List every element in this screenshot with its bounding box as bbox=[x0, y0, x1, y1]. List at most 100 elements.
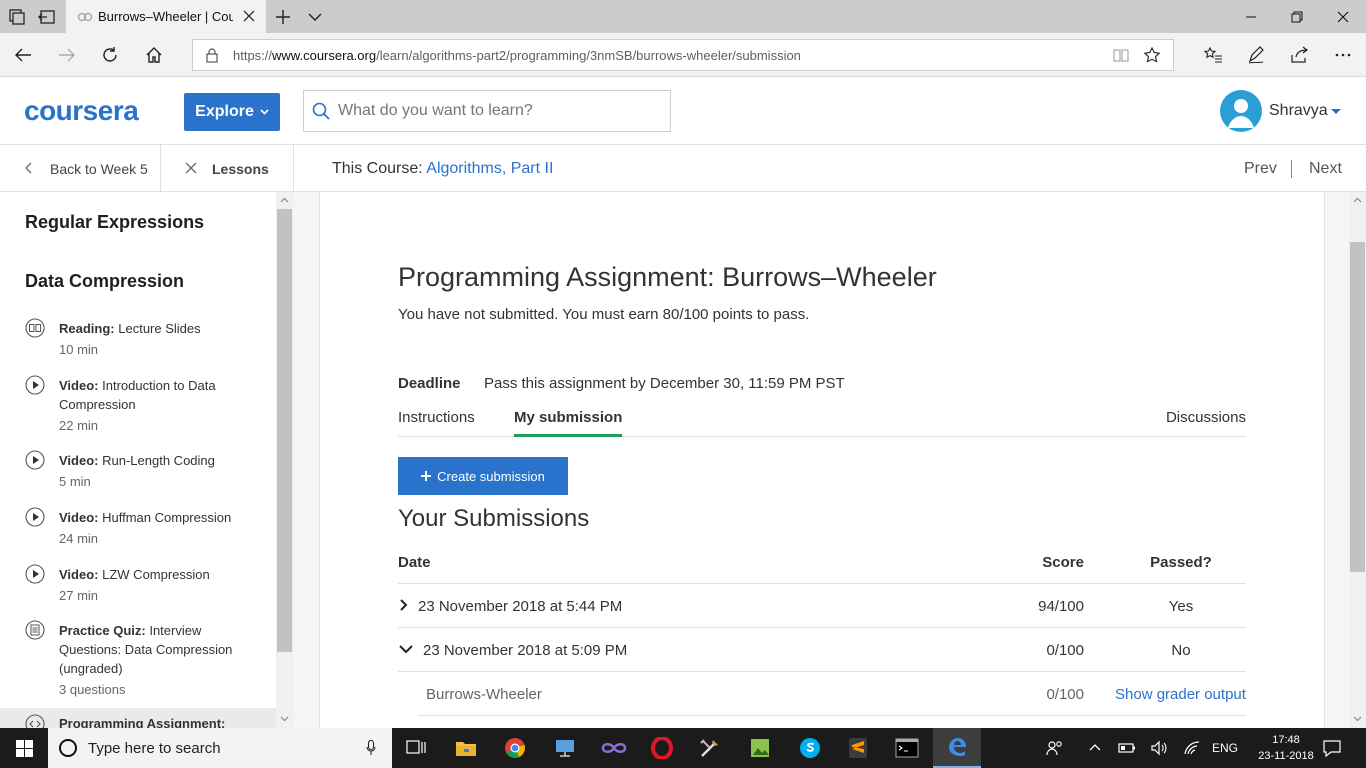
people-icon[interactable] bbox=[1046, 739, 1064, 757]
chevron-up-icon[interactable] bbox=[1088, 741, 1102, 753]
share-icon[interactable] bbox=[1288, 44, 1310, 66]
page-title: Programming Assignment: Burrows–Wheeler bbox=[398, 262, 937, 292]
remote-desktop-icon[interactable] bbox=[541, 728, 589, 768]
opera-icon[interactable] bbox=[638, 728, 686, 768]
command-prompt-icon[interactable] bbox=[883, 728, 931, 768]
item-type: Reading: bbox=[59, 321, 115, 336]
microphone-icon[interactable] bbox=[366, 740, 376, 756]
infinity-app-icon[interactable] bbox=[590, 728, 638, 768]
tab-list-chevron-icon[interactable] bbox=[306, 8, 324, 26]
section-heading-regular-expressions[interactable]: Regular Expressions bbox=[25, 212, 204, 233]
taskbar-search-box[interactable]: Type here to search bbox=[48, 728, 392, 768]
quiz-icon bbox=[25, 620, 45, 640]
scroll-down-icon[interactable] bbox=[280, 714, 289, 723]
explore-button[interactable]: Explore bbox=[184, 93, 280, 131]
restore-icon[interactable] bbox=[1274, 0, 1320, 33]
scroll-up-icon[interactable] bbox=[1353, 196, 1362, 205]
prev-link[interactable]: Prev bbox=[1244, 160, 1277, 178]
sidebar-item-programming-assignment[interactable]: Programming Assignment: bbox=[0, 708, 276, 728]
main-scrollbar[interactable] bbox=[1349, 192, 1366, 728]
tab-manager-icon[interactable] bbox=[8, 8, 26, 26]
pen-notes-icon[interactable] bbox=[1245, 44, 1267, 66]
set-tabs-aside-icon[interactable] bbox=[38, 8, 56, 26]
close-window-icon[interactable] bbox=[1320, 0, 1366, 33]
taskbar-search-text: Type here to search bbox=[88, 740, 221, 757]
tab-discussions[interactable]: Discussions bbox=[1166, 409, 1246, 434]
chevron-right-icon[interactable] bbox=[398, 598, 410, 612]
back-arrow-icon[interactable] bbox=[12, 44, 34, 66]
item-title: Huffman Compression bbox=[102, 510, 232, 525]
tools-app-icon[interactable] bbox=[686, 728, 734, 768]
show-grader-output-link[interactable]: Show grader output bbox=[1115, 686, 1246, 703]
item-type: Video: bbox=[59, 453, 99, 468]
create-submission-label: Create submission bbox=[437, 468, 545, 484]
action-center-icon[interactable] bbox=[1322, 738, 1342, 758]
search-box[interactable] bbox=[303, 90, 671, 132]
tab-my-submission[interactable]: My submission bbox=[514, 409, 623, 437]
create-submission-button[interactable]: Create submission bbox=[398, 457, 568, 495]
address-bar[interactable]: https://www.coursera.org/learn/algorithm… bbox=[192, 39, 1174, 71]
lessons-toggle-button[interactable]: Lessons bbox=[161, 145, 294, 192]
close-tab-icon[interactable] bbox=[242, 9, 256, 23]
table-row[interactable]: 23 November 2018 at 5:09 PM 0/100 No bbox=[398, 628, 1246, 672]
avatar[interactable] bbox=[1220, 90, 1262, 132]
coursera-logo[interactable]: coursera bbox=[24, 95, 139, 127]
sidebar-scrollbar[interactable] bbox=[276, 192, 293, 728]
this-course-prefix: This Course: bbox=[332, 160, 423, 177]
search-icon bbox=[312, 102, 330, 120]
language-indicator[interactable]: ENG bbox=[1212, 741, 1238, 755]
favorites-hub-icon[interactable] bbox=[1202, 44, 1224, 66]
browser-tab-active[interactable]: Burrows–Wheeler | Coursera bbox=[66, 0, 266, 33]
table-row[interactable]: 23 November 2018 at 5:44 PM 94/100 Yes bbox=[398, 584, 1246, 628]
battery-icon[interactable] bbox=[1118, 741, 1136, 755]
main-content: Programming Assignment: Burrows–Wheeler … bbox=[293, 192, 1349, 728]
search-input[interactable] bbox=[338, 99, 658, 123]
play-icon bbox=[25, 507, 45, 527]
minimize-icon[interactable] bbox=[1228, 0, 1274, 33]
close-icon bbox=[185, 162, 197, 174]
chrome-icon[interactable] bbox=[491, 728, 539, 768]
reading-view-icon[interactable] bbox=[1113, 48, 1129, 63]
part-score: 0/100 bbox=[1046, 686, 1084, 703]
home-icon[interactable] bbox=[143, 44, 165, 66]
task-view-icon[interactable] bbox=[392, 728, 440, 768]
browser-tab-strip: Burrows–Wheeler | Coursera bbox=[0, 0, 1366, 33]
back-to-week-button[interactable]: Back to Week 5 bbox=[0, 145, 161, 192]
skype-icon[interactable] bbox=[786, 728, 834, 768]
lessons-sidebar: Regular Expressions Data Compression Rea… bbox=[0, 192, 293, 728]
tab-instructions[interactable]: Instructions bbox=[398, 409, 475, 434]
url-text[interactable]: https://www.coursera.org/learn/algorithm… bbox=[233, 48, 801, 63]
item-title: Run-Length Coding bbox=[102, 453, 215, 468]
image-app-icon[interactable] bbox=[736, 728, 784, 768]
favorite-star-icon[interactable] bbox=[1144, 47, 1160, 63]
wifi-icon[interactable] bbox=[1183, 740, 1201, 756]
sublime-text-icon[interactable] bbox=[834, 728, 882, 768]
system-clock[interactable]: 17:48 23-11-2018 bbox=[1256, 732, 1316, 764]
next-link[interactable]: Next bbox=[1309, 160, 1342, 178]
scroll-down-icon[interactable] bbox=[1353, 714, 1362, 723]
chevron-down-icon[interactable] bbox=[398, 642, 414, 656]
item-duration: 3 questions bbox=[59, 682, 126, 697]
main-scroll-thumb[interactable] bbox=[1350, 242, 1365, 572]
section-heading-data-compression[interactable]: Data Compression bbox=[25, 271, 184, 292]
refresh-icon[interactable] bbox=[99, 44, 121, 66]
submission-date: 23 November 2018 at 5:44 PM bbox=[418, 598, 623, 615]
new-tab-icon[interactable] bbox=[274, 8, 292, 26]
sidebar-scroll-thumb[interactable] bbox=[277, 209, 292, 652]
more-dots-icon[interactable] bbox=[1332, 44, 1354, 66]
volume-icon[interactable] bbox=[1150, 740, 1168, 756]
nav-divider bbox=[1291, 160, 1292, 178]
user-menu-caret-icon[interactable] bbox=[1331, 109, 1341, 114]
user-name[interactable]: Shravya bbox=[1269, 102, 1328, 120]
scroll-up-icon[interactable] bbox=[280, 196, 289, 205]
edge-browser-icon[interactable] bbox=[933, 728, 981, 768]
header-score: Score bbox=[1042, 554, 1084, 571]
item-type: Video: bbox=[59, 378, 99, 393]
item-duration: 5 min bbox=[59, 474, 91, 489]
file-explorer-icon[interactable] bbox=[442, 728, 490, 768]
forward-arrow-icon[interactable] bbox=[56, 44, 78, 66]
windows-start-icon[interactable] bbox=[0, 728, 48, 768]
clock-date: 23-11-2018 bbox=[1258, 750, 1314, 762]
header-passed: Passed? bbox=[1150, 554, 1212, 571]
course-name-link[interactable]: Algorithms, Part II bbox=[426, 160, 553, 177]
